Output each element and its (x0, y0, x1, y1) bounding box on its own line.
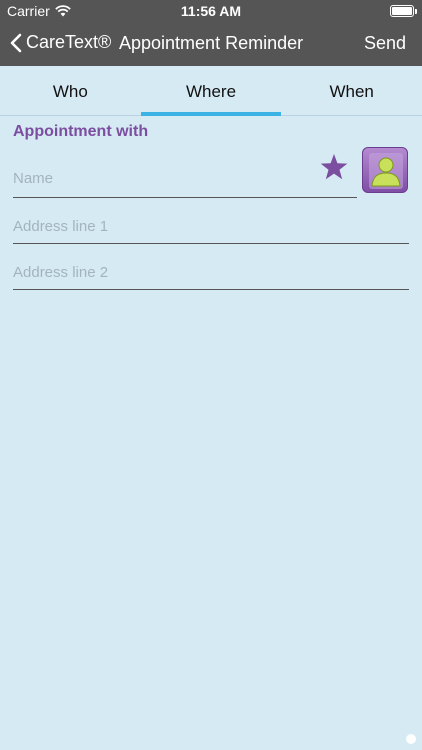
tab-when[interactable]: When (281, 66, 422, 115)
status-bar: Carrier 11:56 AM (0, 0, 422, 22)
battery-icon (390, 5, 417, 17)
home-indicator (406, 734, 416, 744)
navigation-bar: CareText® Appointment Reminder Send (0, 22, 422, 66)
back-button[interactable]: CareText® (10, 32, 111, 53)
contact-picker-button[interactable] (362, 147, 408, 193)
name-input[interactable] (13, 164, 357, 187)
address-line-2-field (13, 258, 409, 290)
address-line-2-input[interactable] (13, 258, 409, 281)
status-time: 11:56 AM (180, 3, 242, 19)
address-line-1-input[interactable] (13, 212, 409, 235)
star-icon[interactable] (319, 152, 349, 182)
back-label: CareText® (26, 32, 112, 52)
tab-bar: Who Where When (0, 66, 422, 116)
send-button[interactable]: Send (364, 33, 406, 54)
name-field (13, 164, 357, 198)
section-title: Appointment with (13, 123, 149, 140)
address-line-1-field (13, 212, 409, 244)
tab-who[interactable]: Who (0, 66, 141, 115)
tab-where[interactable]: Where (140, 66, 282, 116)
top-bar: Carrier 11:56 AM CareText® Appointment R… (0, 0, 422, 66)
chevron-left-icon (10, 33, 22, 52)
contact-person-icon (369, 153, 403, 189)
page-title: Appointment Reminder (119, 33, 304, 53)
